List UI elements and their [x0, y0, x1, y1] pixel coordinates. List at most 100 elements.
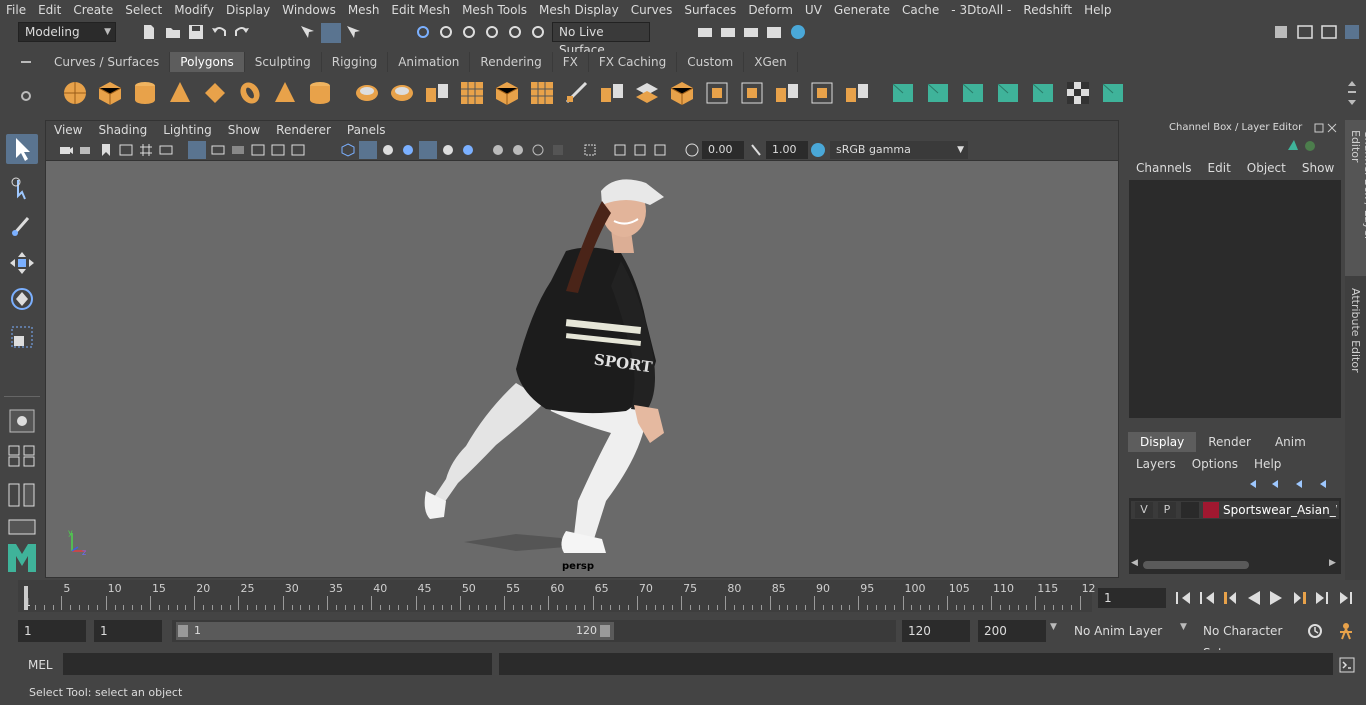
layer-menu-help[interactable]: Help — [1246, 454, 1289, 474]
fill-hole-icon[interactable] — [844, 80, 870, 106]
wireframe-toggle[interactable] — [188, 141, 206, 159]
mirror-icon[interactable] — [424, 80, 450, 106]
script-editor-icon[interactable] — [1338, 656, 1356, 674]
smooth-icon[interactable] — [459, 80, 485, 106]
command-input[interactable] — [63, 653, 492, 675]
range-slider-track[interactable]: 1 120 — [172, 620, 896, 642]
step-back-frame-icon[interactable] — [1224, 592, 1236, 604]
layer-name[interactable]: Sportswear_Asian_Wo — [1223, 501, 1337, 519]
camera-attributes-icon[interactable] — [78, 142, 94, 158]
render-settings-icon[interactable] — [765, 23, 783, 41]
shelf-tab-rigging[interactable]: Rigging — [321, 52, 389, 72]
scroll-right-arrow[interactable]: ▶ — [1329, 558, 1336, 568]
open-scene-icon[interactable] — [164, 23, 182, 41]
layer-row[interactable]: V P Sportswear_Asian_Wo — [1131, 501, 1339, 519]
range-end-handle[interactable] — [600, 625, 610, 637]
menu-uv[interactable]: UV — [799, 0, 828, 20]
new-scene-icon[interactable] — [140, 23, 158, 41]
outliner-layout-button[interactable] — [6, 518, 38, 536]
panel-layout-icon[interactable] — [1296, 23, 1314, 41]
textured-icon[interactable] — [400, 142, 416, 158]
depth-of-field-icon[interactable] — [550, 142, 566, 158]
tab-channel-box[interactable]: Channel Box / Layer Editor — [1345, 120, 1366, 276]
menu-surfaces[interactable]: Surfaces — [678, 0, 742, 20]
menu-deform[interactable]: Deform — [742, 0, 799, 20]
undo-icon[interactable] — [210, 23, 228, 41]
paint-select-tool-button[interactable] — [6, 210, 38, 240]
target-weld-icon[interactable] — [669, 80, 695, 106]
mode-dropdown[interactable]: Modeling ▼ — [18, 22, 116, 42]
anim-layer-dropdown[interactable]: No Anim Layer — [1068, 620, 1172, 642]
chevron-down-icon[interactable]: ▼ — [1050, 622, 1057, 632]
shelf-tab-fx[interactable]: FX — [552, 52, 589, 72]
menu-generate[interactable]: Generate — [828, 0, 896, 20]
merge-icon[interactable] — [599, 80, 625, 106]
two-pane-layout-button[interactable] — [6, 482, 38, 508]
channel-box-icons[interactable] — [1284, 138, 1324, 154]
menu-file[interactable]: File — [0, 0, 32, 20]
shelf-tab-curves-surfaces[interactable]: Curves / Surfaces — [44, 52, 171, 72]
shelf-menu-icon[interactable] — [18, 54, 34, 70]
viewport-menu-shading[interactable]: Shading — [90, 121, 155, 139]
shelf-tab-xgen[interactable]: XGen — [744, 52, 798, 72]
workspace-icon[interactable] — [1272, 23, 1290, 41]
current-time-indicator[interactable] — [24, 586, 28, 610]
shelf-tab-sculpting[interactable]: Sculpting — [244, 52, 322, 72]
poly-cube-icon[interactable] — [97, 80, 123, 106]
viewport-menu-panels[interactable]: Panels — [339, 121, 394, 139]
wireframe-shading-icon[interactable] — [340, 142, 356, 158]
last-tool-button[interactable] — [6, 406, 38, 436]
redo-icon[interactable] — [233, 23, 251, 41]
duplicate-face-icon[interactable] — [809, 80, 835, 106]
combine-icon[interactable] — [354, 80, 380, 106]
select-hierarchy-icon[interactable] — [298, 23, 316, 41]
render-frame-icon[interactable] — [696, 23, 714, 41]
range-slider-bar[interactable]: 1 120 — [176, 622, 614, 640]
frame-all-icon[interactable] — [612, 142, 628, 158]
ambient-occlusion-icon[interactable] — [490, 142, 506, 158]
menu-display[interactable]: Display — [220, 0, 276, 20]
layer-tab-render[interactable]: Render — [1196, 432, 1263, 452]
uv-automatic-icon[interactable] — [995, 80, 1021, 106]
uv-checker-icon[interactable] — [1065, 80, 1091, 106]
layer-color-swatch[interactable] — [1203, 502, 1219, 518]
extrude-icon[interactable] — [494, 80, 520, 106]
panel-float-close-icons[interactable] — [1314, 122, 1338, 134]
viewport-canvas[interactable]: SPORT z y persp — [46, 161, 1118, 577]
exposure-icon[interactable] — [684, 142, 700, 158]
auto-key-icon[interactable] — [1306, 622, 1324, 640]
shelf-tab-rendering[interactable]: Rendering — [470, 52, 553, 72]
lasso-tool-button[interactable] — [6, 174, 38, 204]
resolution-gate-icon[interactable] — [210, 142, 226, 158]
play-backward-icon[interactable] — [1248, 591, 1260, 605]
anti-aliasing-icon[interactable] — [530, 142, 546, 158]
image-plane-icon[interactable] — [118, 142, 134, 158]
field-chart-icon[interactable] — [250, 142, 266, 158]
viewport-menu-lighting[interactable]: Lighting — [155, 121, 220, 139]
step-forward-frame-icon[interactable] — [1294, 592, 1306, 604]
scroll-left-arrow[interactable]: ◀ — [1131, 558, 1138, 568]
viewport-menu-show[interactable]: Show — [220, 121, 268, 139]
menu-mesh-tools[interactable]: Mesh Tools — [456, 0, 533, 20]
channel-box-toggle-icon[interactable] — [1343, 23, 1361, 41]
shelf-scroll-arrows[interactable] — [1346, 78, 1358, 108]
channel-menu-edit[interactable]: Edit — [1200, 158, 1239, 178]
menu-cache[interactable]: Cache — [896, 0, 945, 20]
xray-icon[interactable] — [460, 142, 476, 158]
gamma-field[interactable]: 1.00 — [766, 141, 808, 159]
safe-action-icon[interactable] — [270, 142, 286, 158]
uv-cylindrical-icon[interactable] — [925, 80, 951, 106]
range-start-handle[interactable] — [178, 625, 188, 637]
use-all-lights-toggle[interactable] — [419, 141, 437, 159]
snap-point-icon[interactable] — [460, 23, 478, 41]
camera-icon[interactable] — [58, 142, 74, 158]
gamma-icon[interactable] — [748, 142, 764, 158]
multi-cut-icon[interactable] — [634, 80, 660, 106]
poly-pipe-icon[interactable] — [307, 80, 333, 106]
animation-end-field[interactable]: 200 — [978, 620, 1046, 642]
viewport-menu-view[interactable]: View — [46, 121, 90, 139]
shelf-tab-animation[interactable]: Animation — [388, 52, 471, 72]
uv-unfold-icon[interactable] — [1100, 80, 1126, 106]
smooth-shade-toggle[interactable] — [359, 141, 377, 159]
bridge-icon[interactable] — [564, 80, 590, 106]
